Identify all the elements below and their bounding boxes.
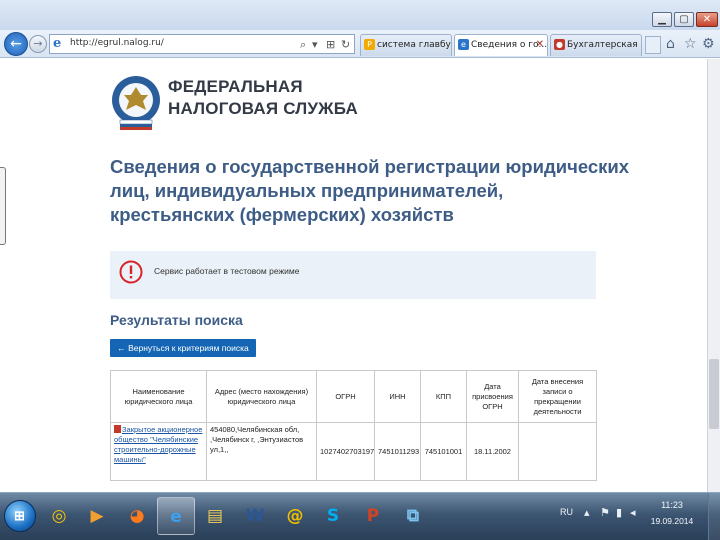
tab-egrul[interactable]: e Сведения о го... ✕ — [454, 34, 548, 56]
ie-taskbar-icon[interactable]: e — [157, 497, 195, 535]
tab-favicon-icon: P — [364, 39, 375, 50]
search-icon[interactable]: ⌕ — [300, 38, 306, 51]
column-header: Дата внесения записи о прекращении деяте… — [518, 370, 597, 423]
column-header: Дата присвоения ОГРН — [466, 370, 519, 423]
taskbar: ⊞ ◎ ▶ ◕ e ▤ W @ S P ⧉ RU ▴ ⚑ ▮ ◂ 11:23 1… — [0, 492, 720, 540]
side-panel-handle[interactable] — [0, 167, 6, 245]
fns-emblem-logo — [112, 76, 160, 130]
clock-date[interactable]: 19.09.2014 — [648, 516, 696, 526]
windows-logo-icon: ⊞ — [14, 508, 25, 523]
minimize-button[interactable]: ▁ — [652, 12, 672, 27]
notice-box: Сервис работает в тестовом режиме — [110, 251, 596, 299]
tab-buhgalterskaya[interactable]: ● Бухгалтерская сп... — [550, 34, 642, 56]
dropdown-icon[interactable]: ▾ — [312, 38, 318, 51]
tray-expand-icon[interactable]: ▴ — [584, 506, 590, 519]
powerpoint-taskbar-icon[interactable]: P — [354, 497, 392, 535]
browser-navigation-bar: ← → e http://egrul.nalog.ru/ ⌕ ▾ ⊞ ↻ P с… — [0, 30, 720, 58]
skype-taskbar-icon[interactable]: S — [314, 497, 352, 535]
media-player-taskbar-icon[interactable]: ▶ — [78, 497, 116, 535]
results-table: Наименование юридического лица Адрес (ме… — [110, 370, 597, 481]
clock-time[interactable]: 11:23 — [654, 500, 690, 510]
word-taskbar-icon[interactable]: W — [236, 497, 274, 535]
maximize-button[interactable]: ▢ — [674, 12, 694, 27]
table-header-row: Наименование юридического лица Адрес (ме… — [110, 370, 597, 423]
start-button[interactable]: ⊞ — [4, 500, 36, 532]
forward-button[interactable]: → — [29, 35, 47, 53]
back-button[interactable]: ← — [4, 32, 28, 56]
column-header: ОГРН — [316, 370, 375, 423]
chrome-taskbar-icon[interactable]: ◎ — [40, 497, 78, 535]
warning-icon — [119, 260, 143, 284]
address-bar[interactable]: e http://egrul.nalog.ru/ ⌕ ▾ ⊞ ↻ — [49, 34, 355, 54]
ogrn-cell: 1027402703197 — [316, 422, 375, 481]
back-to-criteria-button[interactable]: ← Вернуться к критериям поиска — [110, 339, 256, 357]
notice-text: Сервис работает в тестовом режиме — [154, 266, 300, 276]
tab-label: Бухгалтерская сп... — [567, 40, 641, 50]
refresh-icon[interactable]: ↻ — [341, 38, 350, 51]
favorites-icon[interactable]: ☆ — [684, 36, 697, 52]
pdf-icon — [114, 425, 121, 433]
kpp-cell: 745101001 — [420, 422, 467, 481]
tab-close-icon[interactable]: ✕ — [536, 35, 544, 55]
tab-favicon-icon: ● — [554, 39, 565, 50]
explorer-taskbar-icon[interactable]: ▤ — [196, 497, 234, 535]
page-content: ФЕДЕРАЛЬНАЯ НАЛОГОВАЯ СЛУЖБА Сведения о … — [0, 59, 720, 492]
network-app-taskbar-icon[interactable]: ⧉ — [394, 497, 432, 535]
column-header: ИНН — [374, 370, 421, 423]
network-status-icon[interactable]: ▮ — [616, 506, 622, 519]
action-center-flag-icon[interactable]: ⚑ — [600, 506, 610, 519]
ogrn-date-cell: 18.11.2002 — [466, 422, 519, 481]
inn-cell: 7451011293 — [374, 422, 421, 481]
company-name-link[interactable]: Закрытое акционерное общество "Челябинск… — [110, 422, 207, 481]
tab-label: система главбух ... — [377, 40, 451, 50]
table-row: Закрытое акционерное общество "Челябинск… — [110, 422, 597, 481]
tab-glavbukh[interactable]: P система главбух ... — [360, 34, 452, 56]
tab-favicon-icon: e — [458, 39, 469, 50]
language-indicator[interactable]: RU — [560, 507, 573, 517]
screen: ▁ ▢ ✕ ← → e http://egrul.nalog.ru/ ⌕ ▾ ⊞… — [0, 0, 720, 540]
column-header: Наименование юридического лица — [110, 370, 207, 423]
tools-icon[interactable]: ⚙ — [702, 36, 715, 52]
volume-icon[interactable]: ◂ — [630, 506, 636, 519]
compatibility-icon[interactable]: ⊞ — [326, 38, 335, 51]
company-address-cell: 454080,Челябинская обл, ,Челябинск г, ,Э… — [206, 422, 317, 481]
page-title: Сведения о государственной регистрации ю… — [110, 156, 630, 225]
show-desktop-button[interactable] — [708, 493, 720, 540]
ie-page-icon: e — [53, 36, 62, 51]
results-heading: Результаты поиска — [110, 312, 243, 328]
column-header: КПП — [420, 370, 467, 423]
column-header: Адрес (место нахождения) юридического ли… — [206, 370, 317, 423]
termination-date-cell — [518, 422, 597, 481]
mail-taskbar-icon[interactable]: @ — [276, 497, 314, 535]
new-tab-button[interactable] — [645, 36, 661, 54]
vertical-scrollbar[interactable] — [707, 59, 720, 492]
logo-text-line2: НАЛОГОВАЯ СЛУЖБА — [168, 99, 358, 118]
logo-text-line1: ФЕДЕРАЛЬНАЯ — [168, 77, 303, 96]
scrollbar-thumb[interactable] — [709, 359, 719, 429]
url-text[interactable]: http://egrul.nalog.ru/ — [70, 38, 164, 48]
company-name-text[interactable]: Закрытое акционерное общество "Челябинск… — [114, 425, 202, 464]
firefox-taskbar-icon[interactable]: ◕ — [118, 497, 156, 535]
home-icon[interactable]: ⌂ — [666, 36, 675, 52]
window-title-bar: ▁ ▢ ✕ — [0, 0, 720, 30]
close-button[interactable]: ✕ — [696, 12, 718, 27]
